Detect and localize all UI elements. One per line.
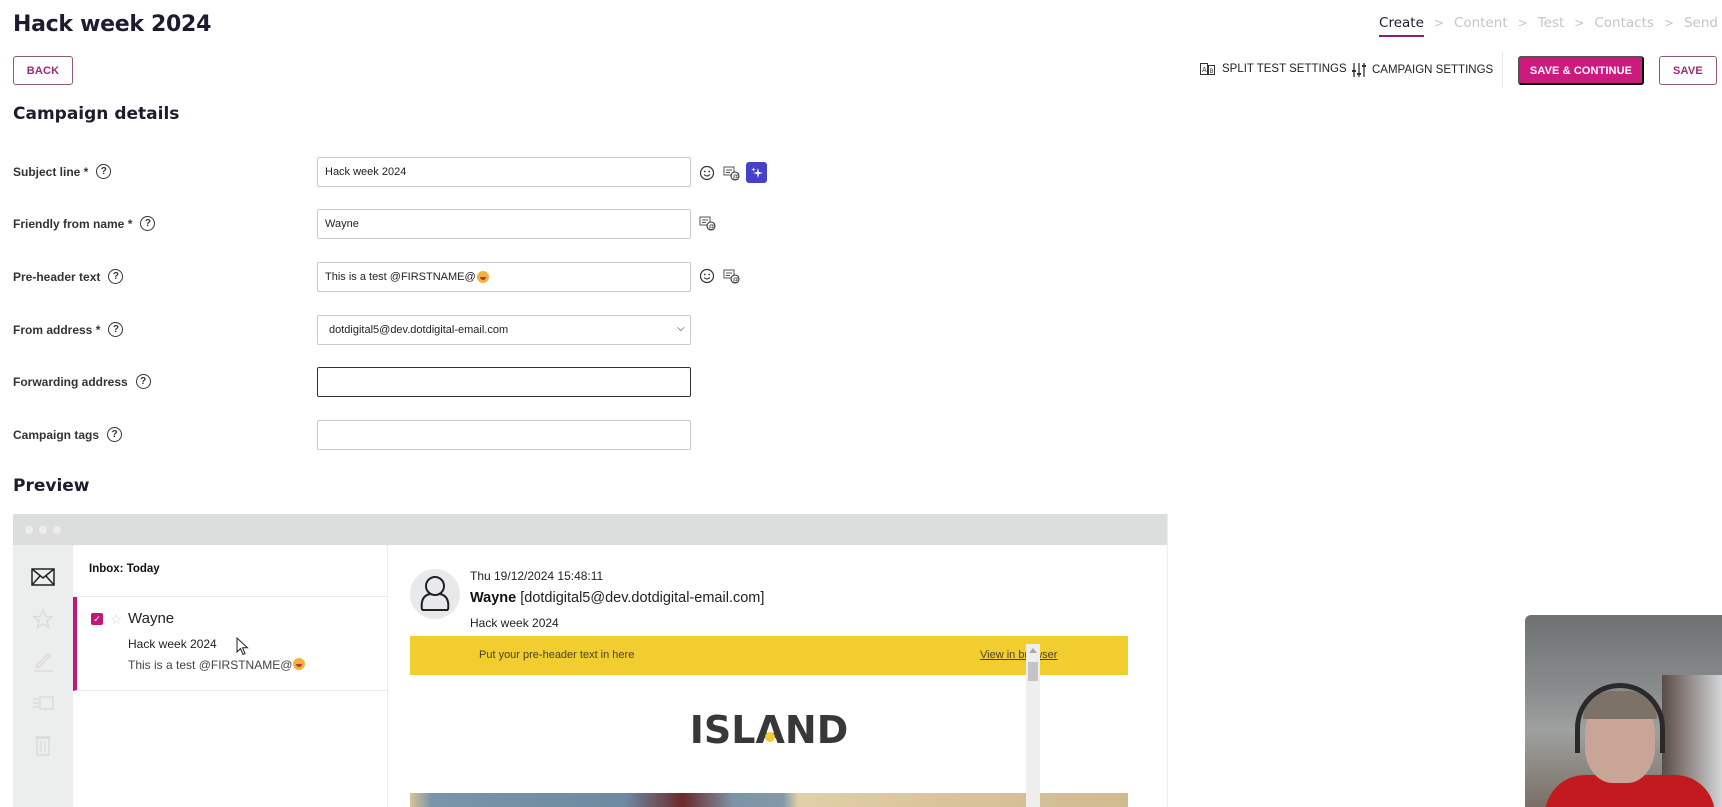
preview-heading: Preview bbox=[13, 476, 90, 496]
friendly-from-row: Friendly from name *? @ bbox=[13, 209, 773, 239]
step-content[interactable]: Content bbox=[1454, 15, 1508, 31]
campaign-settings-label: CAMPAIGN SETTINGS bbox=[1372, 64, 1494, 76]
email-hero-image bbox=[410, 793, 1128, 807]
subject-line-input[interactable] bbox=[317, 157, 691, 187]
email-preheader-banner: Put your pre-header text in here View in… bbox=[410, 636, 1128, 675]
grinning-emoji-icon bbox=[476, 271, 489, 283]
back-button[interactable]: BACK bbox=[13, 56, 73, 85]
scroll-up-arrow-icon[interactable] bbox=[1029, 648, 1037, 653]
emoji-picker-icon[interactable] bbox=[698, 164, 716, 182]
message-checkbox[interactable]: ✓ bbox=[91, 613, 103, 625]
page-title: Hack week 2024 bbox=[13, 12, 212, 37]
from-address-select[interactable]: dotdigital5@dev.dotdigital-email.com bbox=[317, 315, 691, 345]
campaign-details-heading: Campaign details bbox=[13, 104, 180, 124]
email-scrollbar[interactable] bbox=[1026, 644, 1040, 807]
preview-window-bar bbox=[13, 514, 1167, 545]
from-address-label: From address *? bbox=[13, 322, 124, 337]
island-logo: ISLAND bbox=[689, 708, 849, 752]
svg-text:@: @ bbox=[732, 277, 738, 283]
save-button[interactable]: SAVE bbox=[1659, 56, 1717, 85]
star-icon[interactable]: ☆ bbox=[110, 611, 123, 628]
help-icon[interactable]: ? bbox=[108, 269, 124, 284]
forwarding-address-row: Forwarding address? bbox=[13, 367, 773, 397]
campaign-settings-button[interactable]: CAMPAIGN SETTINGS bbox=[1352, 62, 1493, 78]
campaign-tags-row: Campaign tags? bbox=[13, 420, 773, 450]
svg-text:A: A bbox=[1202, 67, 1207, 74]
inbox-preview: Inbox: Today ✓ ☆ Wayne Hack week 2024 Th… bbox=[13, 514, 1168, 807]
help-icon[interactable]: ? bbox=[96, 164, 112, 179]
chevron-right-icon: > bbox=[1574, 16, 1585, 30]
svg-text:B: B bbox=[1210, 69, 1214, 75]
chevron-right-icon: > bbox=[1663, 16, 1674, 30]
personalisation-icon[interactable]: @ bbox=[722, 267, 740, 285]
from-address-row: From address *? dotdigital5@dev.dotdigit… bbox=[13, 315, 773, 345]
save-and-continue-button[interactable]: SAVE & CONTINUE bbox=[1518, 56, 1644, 85]
friendly-from-label: Friendly from name *? bbox=[13, 216, 156, 231]
toolbar-divider bbox=[1502, 52, 1503, 88]
message-subject-header: Hack week 2024 bbox=[470, 616, 559, 630]
headphones-icon bbox=[1575, 683, 1665, 753]
preheader-row: Pre-header text? This is a test @FIRSTNA… bbox=[13, 262, 773, 292]
pencil-icon bbox=[30, 649, 56, 673]
star-icon bbox=[30, 607, 56, 631]
help-icon[interactable]: ? bbox=[107, 427, 123, 442]
help-icon[interactable]: ? bbox=[108, 322, 124, 337]
envelope-icon bbox=[30, 565, 56, 589]
trash-icon bbox=[30, 733, 56, 757]
scrollbar-thumb[interactable] bbox=[1028, 662, 1038, 681]
message-from: Wayne [dotdigital5@dev.dotdigital-email.… bbox=[470, 590, 765, 606]
message-subject: Hack week 2024 bbox=[128, 637, 217, 651]
personalisation-icon[interactable]: @ bbox=[722, 164, 740, 182]
step-test[interactable]: Test bbox=[1538, 15, 1565, 31]
message-list: Inbox: Today ✓ ☆ Wayne Hack week 2024 Th… bbox=[73, 545, 388, 807]
chevron-right-icon: > bbox=[1517, 16, 1528, 30]
subject-line-row: Subject line *? @ bbox=[13, 157, 773, 187]
mouse-cursor-icon bbox=[236, 637, 249, 656]
ai-sparkle-icon[interactable] bbox=[746, 162, 767, 183]
split-test-icon: AB bbox=[1200, 63, 1215, 75]
help-icon[interactable]: ? bbox=[135, 374, 151, 389]
webcam-overlay bbox=[1525, 615, 1722, 807]
step-contacts[interactable]: Contacts bbox=[1594, 15, 1654, 31]
step-create[interactable]: Create bbox=[1379, 15, 1424, 37]
window-dot bbox=[53, 526, 61, 534]
forwarding-address-label: Forwarding address? bbox=[13, 374, 151, 389]
subject-line-label: Subject line *? bbox=[13, 164, 112, 179]
preheader-label: Pre-header text? bbox=[13, 269, 124, 284]
message-date: Thu 19/12/2024 15:48:11 bbox=[470, 569, 604, 583]
split-test-settings-button[interactable]: AB SPLIT TEST SETTINGS bbox=[1200, 62, 1347, 76]
chevron-right-icon: > bbox=[1433, 16, 1444, 30]
sliders-icon bbox=[1352, 63, 1366, 77]
progress-stepper: Create > Content > Test > Contacts > Sen… bbox=[1379, 15, 1718, 37]
forwarding-address-input[interactable] bbox=[317, 367, 691, 397]
campaign-tags-input[interactable] bbox=[317, 420, 691, 450]
emoji-picker-icon[interactable] bbox=[698, 267, 716, 285]
campaign-tags-label: Campaign tags? bbox=[13, 427, 123, 442]
reading-pane: Thu 19/12/2024 15:48:11 Wayne [dotdigita… bbox=[388, 545, 1168, 807]
avatar bbox=[410, 569, 460, 619]
window-dot bbox=[25, 526, 33, 534]
message-preheader: This is a test @FIRSTNAME@ bbox=[128, 658, 306, 672]
help-icon[interactable]: ? bbox=[140, 216, 156, 231]
svg-text:@: @ bbox=[708, 224, 714, 230]
svg-text:@: @ bbox=[732, 174, 738, 180]
split-test-label: SPLIT TEST SETTINGS bbox=[1222, 63, 1347, 75]
view-in-browser-link[interactable]: View in browser bbox=[980, 649, 1057, 661]
email-content-frame: Put your pre-header text in here View in… bbox=[410, 636, 1128, 807]
user-icon bbox=[420, 576, 450, 611]
message-sender: Wayne bbox=[128, 610, 175, 627]
window-dot bbox=[39, 526, 47, 534]
preheader-input[interactable]: This is a test @FIRSTNAME@ bbox=[317, 262, 691, 292]
message-list-item[interactable]: ✓ ☆ Wayne Hack week 2024 This is a test … bbox=[73, 597, 388, 691]
mail-sidebar bbox=[13, 545, 73, 807]
sent-icon bbox=[30, 691, 56, 715]
friendly-from-input[interactable] bbox=[317, 209, 691, 239]
grinning-emoji-icon bbox=[293, 658, 306, 670]
inbox-title: Inbox: Today bbox=[89, 563, 160, 575]
step-send[interactable]: Send bbox=[1684, 15, 1718, 31]
email-preheader-text: Put your pre-header text in here bbox=[479, 649, 635, 661]
personalisation-icon[interactable]: @ bbox=[698, 214, 716, 232]
